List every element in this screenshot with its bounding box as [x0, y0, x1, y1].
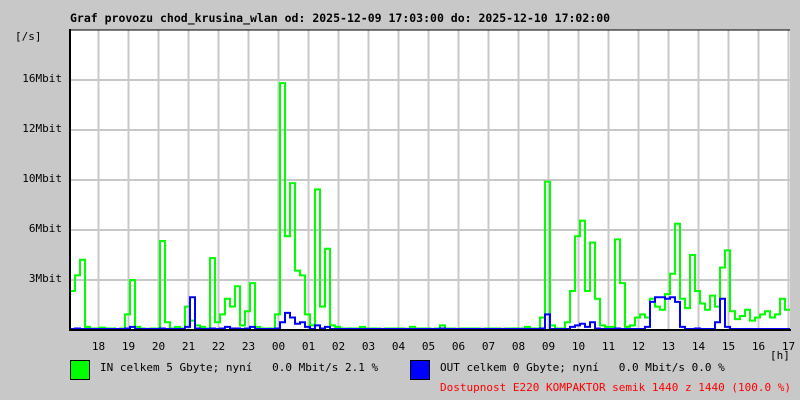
x-tick-label: 23 — [241, 340, 256, 353]
x-tick-label: 13 — [661, 340, 676, 353]
y-tick-label: 10Mbit — [22, 172, 62, 185]
x-tick-label: 18 — [91, 340, 106, 353]
x-tick-label: 03 — [361, 340, 376, 353]
out-legend-text: OUT celkem 0 Gbyte; nyní 0.0 Mbit/s 0.0 … — [440, 361, 725, 374]
x-tick-label: 08 — [511, 340, 526, 353]
x-tick-label: 20 — [151, 340, 166, 353]
x-tick-label: 10 — [571, 340, 586, 353]
x-tick-label: 01 — [301, 340, 316, 353]
x-tick-label: 00 — [271, 340, 286, 353]
x-tick-label: 19 — [121, 340, 136, 353]
x-tick-label: 12 — [631, 340, 646, 353]
y-tick-label: 6Mbit — [28, 222, 62, 235]
x-tick-label: 07 — [481, 340, 496, 353]
x-tick-label: 21 — [181, 340, 196, 353]
x-tick-label: 04 — [391, 340, 406, 353]
availability-text: Dostupnost E220 KOMPAKTOR semik 1440 z 1… — [440, 381, 791, 394]
x-tick-label: 02 — [331, 340, 346, 353]
y-tick-label: 12Mbit — [22, 122, 62, 135]
out-legend-swatch — [410, 360, 430, 380]
x-tick-label: 09 — [541, 340, 556, 353]
y-tick-label: 16Mbit — [22, 72, 62, 85]
x-tick-label: 05 — [421, 340, 436, 353]
x-tick-label: 14 — [691, 340, 706, 353]
x-unit-label: [h] — [770, 349, 790, 362]
in-legend-swatch — [70, 360, 90, 380]
y-tick-label: 3Mbit — [28, 272, 62, 285]
x-tick-label: 15 — [721, 340, 736, 353]
x-tick-label: 06 — [451, 340, 466, 353]
x-tick-label: 11 — [601, 340, 616, 353]
x-tick-label: 16 — [751, 340, 766, 353]
in-legend-text: IN celkem 5 Gbyte; nyní 0.0 Mbit/s 2.1 % — [100, 361, 379, 374]
x-tick-label: 22 — [211, 340, 226, 353]
